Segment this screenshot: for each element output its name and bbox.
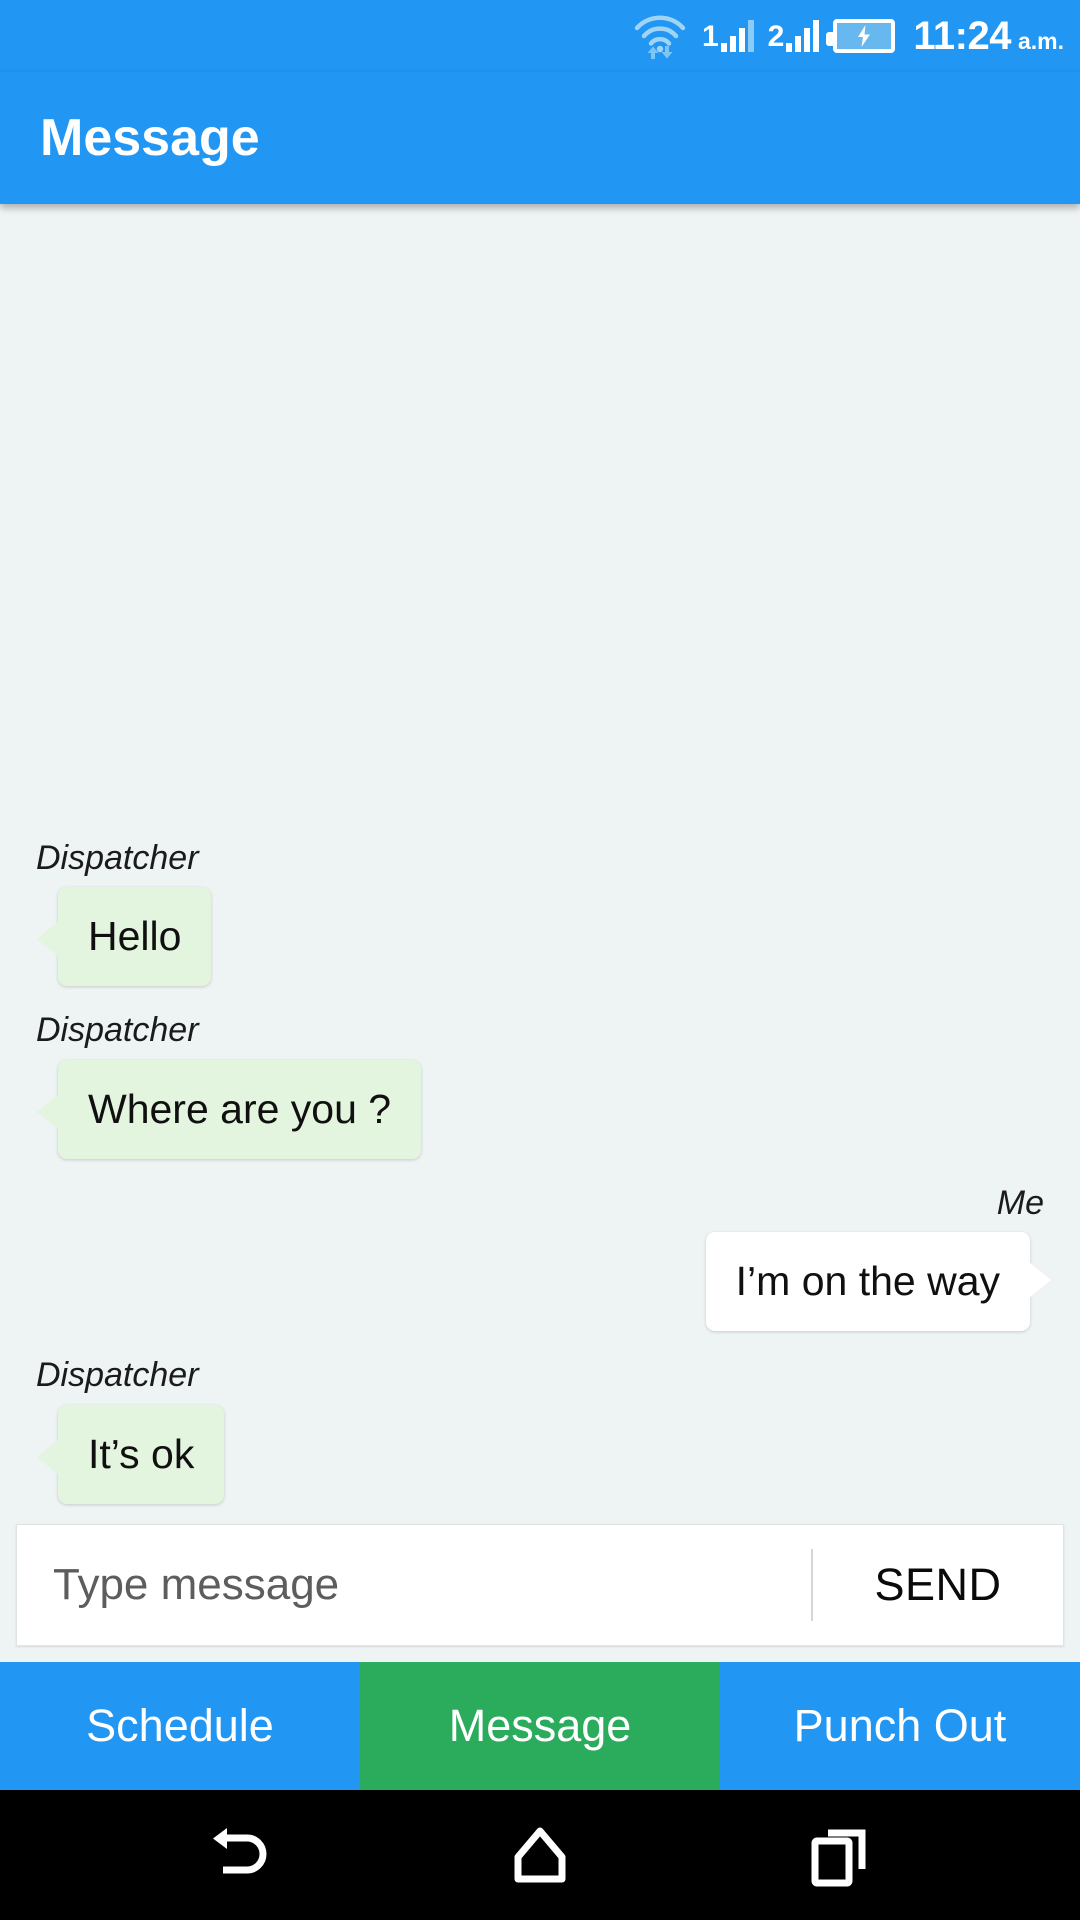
page-title: Message	[40, 109, 260, 167]
recent-apps-icon[interactable]	[780, 1795, 900, 1915]
sim1-signal-indicator: 1	[702, 20, 754, 52]
message-bubble[interactable]: Where are you ?	[36, 1059, 422, 1159]
sim2-signal-indicator: 2	[768, 20, 820, 52]
message-item: Dispatcher It’s ok	[36, 1357, 1052, 1504]
app-bar: Message	[0, 72, 1080, 204]
message-bubble[interactable]: It’s ok	[36, 1404, 225, 1504]
message-sender: Dispatcher	[36, 1011, 199, 1050]
message-item: Dispatcher Where are you ?	[36, 1012, 1052, 1159]
message-item: Me I’m on the way	[36, 1183, 1052, 1332]
wifi-with-transfer-arrows-icon	[632, 12, 688, 60]
message-composer: Type message SEND	[16, 1524, 1064, 1646]
sim2-label: 2	[767, 20, 785, 53]
send-button[interactable]: SEND	[813, 1525, 1063, 1645]
message-input-placeholder: Type message	[53, 1560, 340, 1609]
status-bar: 1 2 11:24 a.m.	[0, 0, 1080, 72]
tab-punch-out[interactable]: Punch Out	[720, 1662, 1080, 1790]
sim2-signal-bars-icon	[786, 20, 820, 52]
bottom-tab-bar: Schedule Message Punch Out	[0, 1662, 1080, 1790]
message-bubble[interactable]: Hello	[36, 887, 212, 987]
sim1-label: 1	[701, 20, 719, 53]
tab-message[interactable]: Message	[360, 1662, 720, 1790]
clock-period: a.m.	[1017, 27, 1064, 54]
phone-screen: 1 2 11:24 a.m. Message Dispatcher Hello …	[0, 0, 1080, 1920]
status-bar-clock: 11:24 a.m.	[913, 14, 1064, 59]
clock-time: 11:24	[913, 13, 1011, 58]
android-navigation-bar	[0, 1790, 1080, 1920]
tab-schedule[interactable]: Schedule	[0, 1662, 360, 1790]
back-arrow-icon[interactable]	[180, 1795, 300, 1915]
message-bubble[interactable]: I’m on the way	[705, 1232, 1052, 1332]
message-sender: Dispatcher	[36, 1356, 199, 1395]
message-sender: Dispatcher	[36, 838, 199, 877]
message-item: Dispatcher Hello	[36, 838, 1052, 987]
message-input[interactable]: Type message	[17, 1525, 811, 1645]
sim1-signal-bars-icon	[720, 20, 754, 52]
message-sender: Me	[996, 1183, 1044, 1222]
conversation-list[interactable]: Dispatcher Hello Dispatcher Where are yo…	[0, 204, 1080, 1510]
battery-charging-icon	[826, 19, 896, 53]
home-icon[interactable]	[480, 1795, 600, 1915]
